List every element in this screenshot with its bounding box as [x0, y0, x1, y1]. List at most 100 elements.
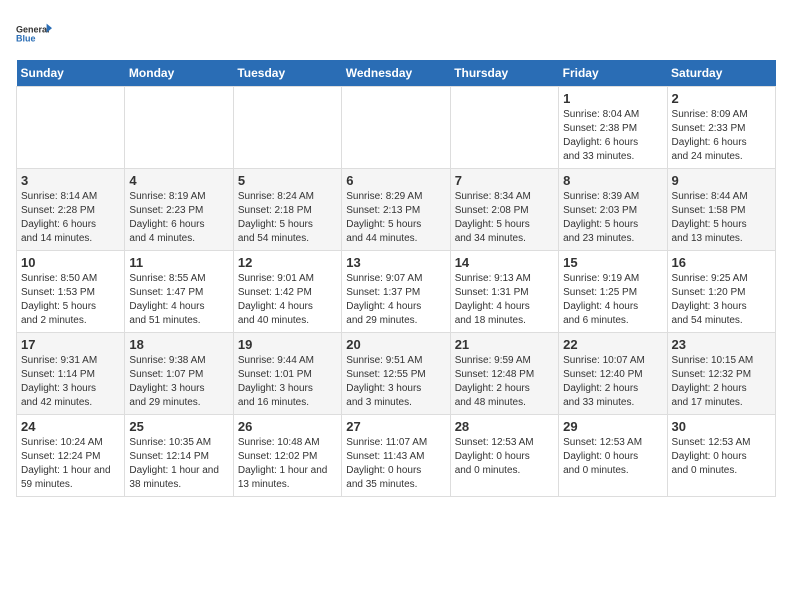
- day-number: 26: [238, 419, 337, 434]
- day-number: 7: [455, 173, 554, 188]
- day-number: 10: [21, 255, 120, 270]
- day-number: 1: [563, 91, 662, 106]
- day-number: 17: [21, 337, 120, 352]
- day-number: 3: [21, 173, 120, 188]
- day-info: Sunrise: 8:04 AM Sunset: 2:38 PM Dayligh…: [563, 108, 662, 164]
- weekday-header-tuesday: Tuesday: [233, 60, 341, 87]
- day-info: Sunrise: 9:25 AM Sunset: 1:20 PM Dayligh…: [672, 272, 771, 328]
- calendar-cell: 13 Sunrise: 9:07 AM Sunset: 1:37 PM Dayli…: [342, 251, 450, 333]
- calendar-cell: 22 Sunrise: 10:07 AM Sunset: 12:40 PM Day…: [559, 333, 667, 415]
- weekday-header-wednesday: Wednesday: [342, 60, 450, 87]
- calendar-cell: 16Sunrise: 9:25 AM Sunset: 1:20 PM Dayli…: [667, 251, 775, 333]
- day-number: 9: [672, 173, 771, 188]
- weekday-header-row: SundayMondayTuesdayWednesdayThursdayFrid…: [17, 60, 776, 87]
- day-info: Sunrise: 9:19 AM Sunset: 1:25 PM Dayligh…: [563, 272, 662, 328]
- weekday-header-thursday: Thursday: [450, 60, 558, 87]
- day-info: Sunrise: 10:07 AM Sunset: 12:40 PM Dayli…: [563, 354, 662, 410]
- day-number: 27: [346, 419, 445, 434]
- day-info: Sunrise: 8:34 AM Sunset: 2:08 PM Dayligh…: [455, 190, 554, 246]
- calendar-cell: 26 Sunrise: 10:48 AM Sunset: 12:02 PM Day…: [233, 415, 341, 497]
- day-number: 20: [346, 337, 445, 352]
- calendar-week-row: 10 Sunrise: 8:50 AM Sunset: 1:53 PM Dayli…: [17, 251, 776, 333]
- day-number: 11: [129, 255, 228, 270]
- day-info: Sunrise: 8:29 AM Sunset: 2:13 PM Dayligh…: [346, 190, 445, 246]
- calendar-cell: 9Sunrise: 8:44 AM Sunset: 1:58 PM Daylig…: [667, 169, 775, 251]
- calendar-cell: 18 Sunrise: 9:38 AM Sunset: 1:07 PM Dayli…: [125, 333, 233, 415]
- calendar-cell: 12 Sunrise: 9:01 AM Sunset: 1:42 PM Dayli…: [233, 251, 341, 333]
- day-info: Sunset: 12:53 AM Daylight: 0 hours and 0…: [563, 436, 662, 478]
- calendar-week-row: 1 Sunrise: 8:04 AM Sunset: 2:38 PM Daylig…: [17, 87, 776, 169]
- calendar-week-row: 3 Sunrise: 8:14 AM Sunset: 2:28 PM Daylig…: [17, 169, 776, 251]
- calendar-cell: 23 Sunrise: 10:15 AM Sunset: 12:32 PM Day…: [667, 333, 775, 415]
- calendar-cell: 20 Sunrise: 9:51 AM Sunset: 12:55 PM Dayl…: [342, 333, 450, 415]
- calendar-cell: 29 Sunset: 12:53 AM Daylight: 0 hours and…: [559, 415, 667, 497]
- calendar-table: SundayMondayTuesdayWednesdayThursdayFrid…: [16, 60, 776, 497]
- calendar-cell: 28Sunset: 12:53 AM Daylight: 0 hours and…: [450, 415, 558, 497]
- day-number: 30: [672, 419, 771, 434]
- day-number: 23: [672, 337, 771, 352]
- calendar-cell: 4 Sunrise: 8:19 AM Sunset: 2:23 PM Daylig…: [125, 169, 233, 251]
- day-info: Sunrise: 9:01 AM Sunset: 1:42 PM Dayligh…: [238, 272, 337, 328]
- calendar-cell: 25 Sunrise: 10:35 AM Sunset: 12:14 PM Day…: [125, 415, 233, 497]
- day-info: Sunrise: 8:14 AM Sunset: 2:28 PM Dayligh…: [21, 190, 120, 246]
- weekday-header-sunday: Sunday: [17, 60, 125, 87]
- day-info: Sunrise: 9:38 AM Sunset: 1:07 PM Dayligh…: [129, 354, 228, 410]
- day-info: Sunrise: 8:09 AM Sunset: 2:33 PM Dayligh…: [672, 108, 771, 164]
- day-number: 6: [346, 173, 445, 188]
- calendar-cell: 5Sunrise: 8:24 AM Sunset: 2:18 PM Daylig…: [233, 169, 341, 251]
- calendar-cell: 7 Sunrise: 8:34 AM Sunset: 2:08 PM Daylig…: [450, 169, 558, 251]
- weekday-header-monday: Monday: [125, 60, 233, 87]
- day-info: Sunrise: 10:35 AM Sunset: 12:14 PM Dayli…: [129, 436, 228, 492]
- day-info: Sunrise: 9:51 AM Sunset: 12:55 PM Daylig…: [346, 354, 445, 410]
- page-header: General Blue: [16, 16, 776, 52]
- day-number: 13: [346, 255, 445, 270]
- day-number: 18: [129, 337, 228, 352]
- day-number: 21: [455, 337, 554, 352]
- svg-text:Blue: Blue: [16, 34, 36, 44]
- day-number: 22: [563, 337, 662, 352]
- calendar-cell: 2Sunrise: 8:09 AM Sunset: 2:33 PM Daylig…: [667, 87, 775, 169]
- calendar-cell: 27 Sunrise: 11:07 AM Sunset: 11:43 AM Day…: [342, 415, 450, 497]
- calendar-cell: 3 Sunrise: 8:14 AM Sunset: 2:28 PM Daylig…: [17, 169, 125, 251]
- day-info: Sunrise: 10:24 AM Sunset: 12:24 PM Dayli…: [21, 436, 120, 492]
- calendar-cell: 10 Sunrise: 8:50 AM Sunset: 1:53 PM Dayli…: [17, 251, 125, 333]
- calendar-cell: 21 Sunrise: 9:59 AM Sunset: 12:48 PM Dayl…: [450, 333, 558, 415]
- day-info: Sunrise: 10:48 AM Sunset: 12:02 PM Dayli…: [238, 436, 337, 492]
- day-info: Sunrise: 8:55 AM Sunset: 1:47 PM Dayligh…: [129, 272, 228, 328]
- logo: General Blue: [16, 16, 52, 52]
- logo-svg: General Blue: [16, 16, 52, 52]
- calendar-cell: 1 Sunrise: 8:04 AM Sunset: 2:38 PM Daylig…: [559, 87, 667, 169]
- day-number: 28: [455, 419, 554, 434]
- day-info: Sunrise: 8:19 AM Sunset: 2:23 PM Dayligh…: [129, 190, 228, 246]
- day-number: 19: [238, 337, 337, 352]
- day-info: Sunset: 12:53 AM Daylight: 0 hours and 0…: [672, 436, 771, 478]
- day-number: 24: [21, 419, 120, 434]
- day-info: Sunrise: 9:13 AM Sunset: 1:31 PM Dayligh…: [455, 272, 554, 328]
- calendar-cell: 15 Sunrise: 9:19 AM Sunset: 1:25 PM Dayli…: [559, 251, 667, 333]
- calendar-cell: 6 Sunrise: 8:29 AM Sunset: 2:13 PM Daylig…: [342, 169, 450, 251]
- day-info: Sunrise: 9:59 AM Sunset: 12:48 PM Daylig…: [455, 354, 554, 410]
- day-number: 29: [563, 419, 662, 434]
- calendar-cell: [342, 87, 450, 169]
- day-number: 8: [563, 173, 662, 188]
- day-number: 25: [129, 419, 228, 434]
- calendar-cell: 14 Sunrise: 9:13 AM Sunset: 1:31 PM Dayli…: [450, 251, 558, 333]
- day-number: 15: [563, 255, 662, 270]
- calendar-cell: [17, 87, 125, 169]
- day-number: 4: [129, 173, 228, 188]
- calendar-cell: [233, 87, 341, 169]
- day-info: Sunrise: 11:07 AM Sunset: 11:43 AM Dayli…: [346, 436, 445, 492]
- day-number: 12: [238, 255, 337, 270]
- calendar-cell: [450, 87, 558, 169]
- calendar-week-row: 17 Sunrise: 9:31 AM Sunset: 1:14 PM Dayli…: [17, 333, 776, 415]
- calendar-cell: 19Sunrise: 9:44 AM Sunset: 1:01 PM Dayli…: [233, 333, 341, 415]
- day-info: Sunrise: 9:07 AM Sunset: 1:37 PM Dayligh…: [346, 272, 445, 328]
- day-number: 5: [238, 173, 337, 188]
- day-info: Sunrise: 9:31 AM Sunset: 1:14 PM Dayligh…: [21, 354, 120, 410]
- calendar-cell: [125, 87, 233, 169]
- day-number: 14: [455, 255, 554, 270]
- calendar-cell: 24 Sunrise: 10:24 AM Sunset: 12:24 PM Day…: [17, 415, 125, 497]
- day-info: Sunrise: 10:15 AM Sunset: 12:32 PM Dayli…: [672, 354, 771, 410]
- calendar-cell: 8Sunrise: 8:39 AM Sunset: 2:03 PM Daylig…: [559, 169, 667, 251]
- day-info: Sunrise: 8:50 AM Sunset: 1:53 PM Dayligh…: [21, 272, 120, 328]
